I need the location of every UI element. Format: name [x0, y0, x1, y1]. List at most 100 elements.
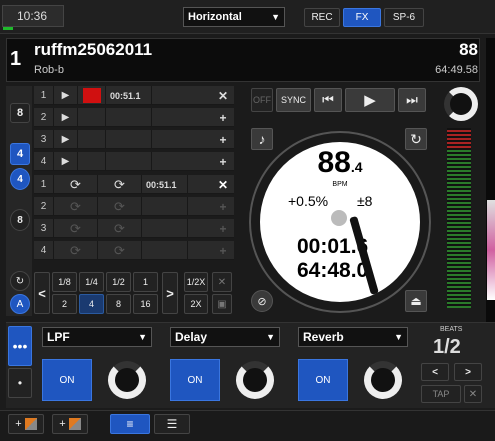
loop-action-button[interactable]: +: [212, 219, 234, 238]
cue-icon[interactable]: ♪: [251, 128, 273, 150]
loop-size-button[interactable]: 1/8: [52, 272, 77, 292]
loop-size-button[interactable]: 1/2: [106, 272, 131, 292]
cue-number: 1: [34, 86, 54, 105]
gain-knob[interactable]: [444, 87, 478, 121]
loop-size-button[interactable]: 2X: [184, 294, 208, 314]
waveform-peak: [487, 200, 495, 300]
cue-time: [106, 130, 152, 149]
cue-color-pad[interactable]: [78, 108, 106, 127]
off-button[interactable]: OFF: [251, 88, 273, 112]
beats-prev-button[interactable]: <: [421, 363, 449, 381]
loop-out-icon[interactable]: ⟳: [98, 219, 142, 238]
add-deck-button[interactable]: +: [52, 414, 88, 434]
layout-select[interactable]: Horizontal ▼: [183, 7, 285, 27]
track-title: ruffm25062011: [34, 40, 153, 59]
reverse-icon[interactable]: ↻: [405, 128, 427, 150]
fx-button[interactable]: FX: [343, 8, 381, 27]
loop-in-icon[interactable]: ⟳: [54, 175, 98, 194]
deck-box-icon: [68, 418, 81, 430]
beats-next-button[interactable]: >: [454, 363, 482, 381]
rec-button[interactable]: REC: [304, 8, 340, 27]
loop-action-button[interactable]: +: [212, 197, 234, 216]
tap-close-button[interactable]: ✕: [464, 385, 482, 403]
eject-icon[interactable]: ⏏: [405, 290, 427, 312]
platter-pitch-range: ±8: [357, 193, 373, 209]
loop-in-icon[interactable]: ⟳: [54, 219, 98, 238]
loop-size-button[interactable]: 2: [52, 294, 77, 314]
fx-select[interactable]: LPF ▼: [42, 327, 152, 347]
sp6-button[interactable]: SP-6: [384, 8, 424, 27]
beats-label: BEATS: [440, 326, 463, 333]
loop-number: 1: [34, 175, 54, 194]
fx-select[interactable]: Delay ▼: [170, 327, 280, 347]
loop-size-button[interactable]: 8: [106, 294, 131, 314]
cue-action-button[interactable]: ✕: [212, 86, 234, 105]
cue-action-button[interactable]: +: [212, 108, 234, 127]
cue-action-button[interactable]: +: [212, 152, 234, 171]
cue-play-icon[interactable]: ▶: [54, 108, 78, 127]
chevron-down-icon: ▼: [266, 332, 275, 342]
loop-in-icon[interactable]: ⟳: [54, 241, 98, 260]
deck-number: 1: [10, 48, 22, 70]
fx-select[interactable]: Reverb ▼: [298, 327, 408, 347]
loop-badge-8[interactable]: 8: [10, 209, 30, 231]
fx-knob[interactable]: [236, 361, 274, 399]
chevron-down-icon: ▼: [271, 12, 280, 22]
deck-badge-8[interactable]: 8: [10, 103, 30, 123]
cue-time: [106, 152, 152, 171]
cue-play-icon[interactable]: ▶: [54, 130, 78, 149]
fx-knob[interactable]: [108, 361, 146, 399]
loop-row: 2 ⟳ ⟳ +: [34, 197, 234, 216]
loop-size-button[interactable]: 1/4: [79, 272, 104, 292]
loop-size-button[interactable]: 4: [79, 294, 104, 314]
fx-select-value: Reverb: [303, 330, 344, 344]
view-waveform-button[interactable]: ≡: [110, 414, 150, 434]
cue-action-button[interactable]: +: [212, 130, 234, 149]
badge-label: 4: [17, 173, 23, 185]
fx-on-button[interactable]: ON: [298, 359, 348, 401]
fx-single-button[interactable]: •: [8, 368, 32, 398]
fx-knob[interactable]: [364, 361, 402, 399]
platter-bpm-unit: BPM: [332, 181, 348, 188]
next-track-button[interactable]: ⏭: [398, 88, 426, 112]
loop-out-icon[interactable]: ⟳: [98, 241, 142, 260]
loop-roll-icon[interactable]: ↻: [10, 271, 30, 291]
cue-color-pad[interactable]: [78, 130, 106, 149]
loop-size-button[interactable]: 16: [133, 294, 158, 314]
platter-pitch: +0.5%: [288, 193, 329, 209]
fx-on-button[interactable]: ON: [170, 359, 220, 401]
add-sampler-button[interactable]: +: [8, 414, 44, 434]
loop-prev-button[interactable]: <: [34, 272, 50, 314]
badge-label: 8: [16, 107, 24, 119]
cue-color-pad[interactable]: [78, 152, 106, 171]
loop-size-button[interactable]: 1: [133, 272, 158, 292]
loop-out-icon[interactable]: ⟳: [98, 175, 142, 194]
loop-next-button[interactable]: >: [162, 272, 178, 314]
cue-play-icon[interactable]: ▶: [54, 86, 78, 105]
cue-number: 2: [34, 108, 54, 127]
cue-color-pad[interactable]: [78, 86, 106, 105]
badge-label: 4: [16, 148, 24, 160]
loop-in-icon[interactable]: ⟳: [54, 197, 98, 216]
track-artist: Rob-b: [34, 64, 64, 76]
loop-action-button[interactable]: +: [212, 241, 234, 260]
loop-size-button[interactable]: 1/2X: [184, 272, 208, 292]
fx-slots-button[interactable]: •••: [8, 326, 32, 366]
prev-track-button[interactable]: ⏮: [314, 88, 342, 112]
play-button[interactable]: ▶: [345, 88, 395, 112]
sync-button[interactable]: SYNC: [276, 88, 311, 112]
auto-loop-icon[interactable]: A: [10, 294, 30, 314]
loop-out-icon[interactable]: ⟳: [98, 197, 142, 216]
view-list-button[interactable]: ☰: [154, 414, 190, 434]
save-loop-button[interactable]: ▣: [212, 294, 232, 314]
loop-number: 3: [34, 219, 54, 238]
loop-badge-4[interactable]: 4: [10, 168, 30, 190]
cue-row: 2 ▶ +: [34, 108, 234, 127]
cue-play-icon[interactable]: ▶: [54, 152, 78, 171]
loop-close-button[interactable]: ✕: [212, 272, 232, 292]
loop-action-button[interactable]: ✕: [212, 175, 234, 194]
fx-on-button[interactable]: ON: [42, 359, 92, 401]
tap-button[interactable]: TAP: [421, 385, 461, 403]
pitch-bend-icon[interactable]: ⊘: [251, 290, 273, 312]
deck-badge-4[interactable]: 4: [10, 143, 30, 165]
